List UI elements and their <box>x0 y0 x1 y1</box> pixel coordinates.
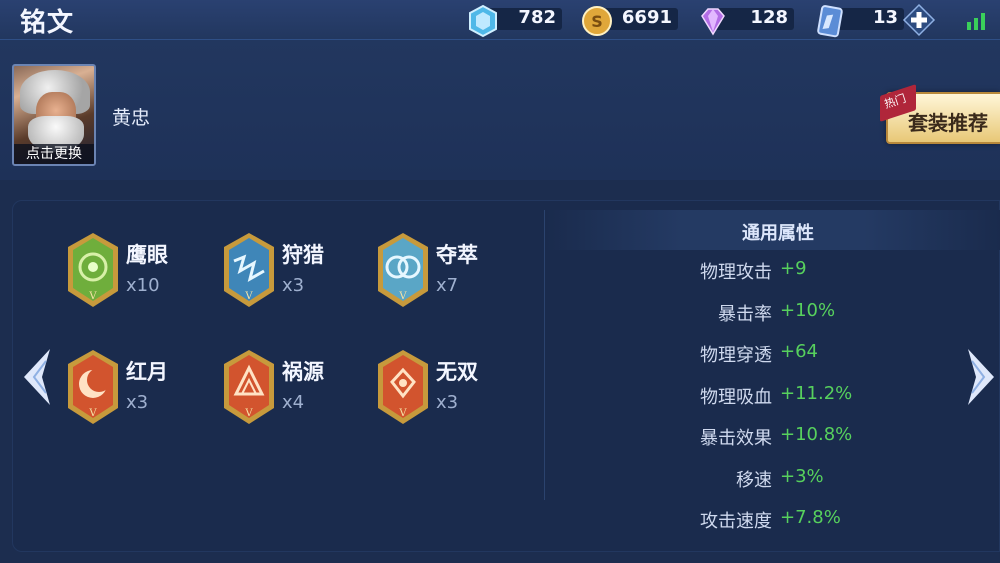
diamond-icon <box>701 8 725 36</box>
stat-value: +10% <box>780 300 836 321</box>
currency-voucher: 13 <box>812 4 904 38</box>
page-title: 铭文 <box>20 8 75 38</box>
stat-label: 暴击效果 <box>700 428 772 449</box>
svg-text:S: S <box>591 12 603 31</box>
rune-red-moon[interactable]: V 红月 x3 <box>64 348 194 428</box>
stat-value: +64 <box>780 341 818 362</box>
stat-label: 攻击速度 <box>700 511 772 532</box>
stat-label: 物理攻击 <box>700 262 772 283</box>
signal-strength-icon <box>967 13 985 30</box>
hawkeye-rune-icon: V <box>68 233 118 307</box>
next-page-arrow-icon[interactable] <box>962 345 1000 409</box>
rune-plunder[interactable]: V 夺萃 x7 <box>374 231 504 311</box>
stat-label: 物理吸血 <box>700 387 772 408</box>
stat-value: +9 <box>780 258 807 279</box>
rune-hunt[interactable]: V 狩猎 x3 <box>220 231 350 311</box>
rune-peerless[interactable]: V 无双 x3 <box>374 348 504 428</box>
svg-text:V: V <box>88 291 97 302</box>
prev-page-arrow-icon[interactable] <box>16 345 56 409</box>
hero-avatar[interactable]: 点击更换 <box>12 64 96 166</box>
svg-text:V: V <box>398 291 407 302</box>
svg-text:V: V <box>244 291 253 302</box>
svg-text:V: V <box>244 408 253 419</box>
svg-text:V: V <box>398 408 407 419</box>
panel-divider <box>544 210 545 500</box>
stat-value: +10.8% <box>780 424 853 445</box>
peerless-rune-icon: V <box>378 350 428 424</box>
stats-title: 通用属性 <box>742 223 814 244</box>
calamity-rune-icon: V <box>224 350 274 424</box>
svg-text:V: V <box>88 408 97 419</box>
red-moon-rune-icon: V <box>68 350 118 424</box>
plunder-rune-icon: V <box>378 233 428 307</box>
crystal-icon <box>469 4 497 38</box>
stat-label: 物理穿透 <box>700 345 772 366</box>
stat-value: +11.2% <box>780 383 853 404</box>
gold-coin-icon: S <box>582 6 612 36</box>
currency-gold: S 6691 <box>580 4 678 36</box>
stat-value: +3% <box>780 466 824 487</box>
stat-label: 移速 <box>736 470 772 491</box>
currency-crystal: 782 <box>466 4 562 38</box>
stat-value: +7.8% <box>780 507 841 528</box>
hunt-rune-icon: V <box>224 233 274 307</box>
rune-calamity[interactable]: V 祸源 x4 <box>220 348 350 428</box>
rune-hawkeye[interactable]: V 鹰眼 x10 <box>64 231 194 311</box>
add-currency-button[interactable] <box>902 3 936 37</box>
hero-name: 黄忠 <box>112 107 151 129</box>
stat-label: 暴击率 <box>718 304 772 325</box>
currency-diamond: 128 <box>696 4 794 36</box>
voucher-card-icon <box>817 5 843 38</box>
set-recommend-label: 套装推荐 <box>908 111 988 135</box>
change-hero-label: 点击更换 <box>14 144 94 164</box>
